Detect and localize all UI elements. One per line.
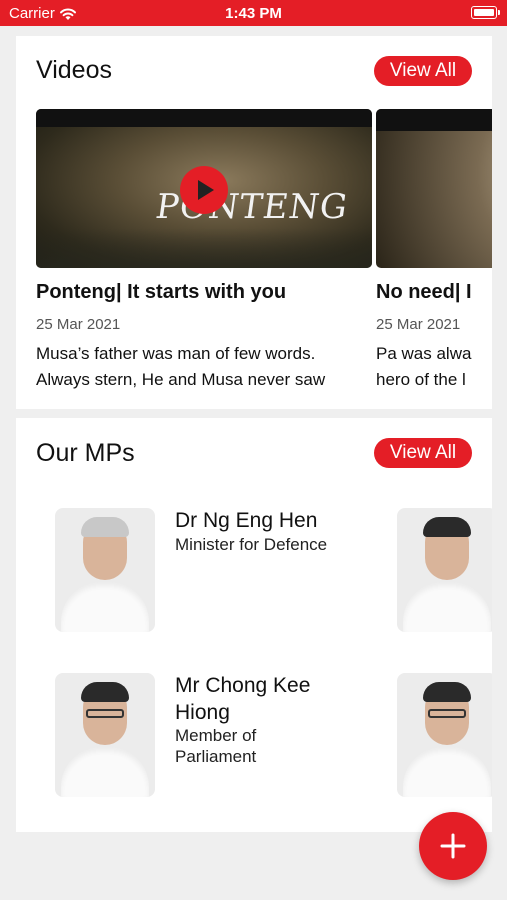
video-card[interactable]: PONTENG Ponteng| It starts with you 25 M…	[36, 109, 372, 393]
mp-photo[interactable]	[397, 508, 492, 632]
mp-photo[interactable]	[397, 673, 492, 797]
mp-photo[interactable]	[55, 673, 155, 797]
video-thumbnail[interactable]	[376, 109, 492, 268]
mp-name[interactable]: Mr Chong Kee Hiong	[175, 672, 325, 726]
video-date: 25 Mar 2021	[376, 316, 461, 333]
mps-section: Our MPs View All Dr Ng Eng Hen Minister …	[16, 418, 492, 832]
video-date: 25 Mar 2021	[36, 316, 121, 333]
mps-view-all-button[interactable]: View All	[374, 438, 472, 468]
videos-section: Videos View All PONTENG Ponteng| It star…	[16, 36, 492, 409]
video-card[interactable]: No need| I 25 Mar 2021 Pa was alwa hero …	[376, 109, 492, 393]
mp-photo[interactable]	[55, 508, 155, 632]
status-bar: Carrier 1:43 PM	[0, 0, 507, 26]
video-title[interactable]: No need| I	[376, 281, 492, 304]
video-description: Pa was alwa hero of the l	[376, 344, 472, 389]
mp-name[interactable]: Dr Ng Eng Hen	[175, 507, 345, 534]
video-thumbnail[interactable]: PONTENG	[36, 109, 372, 268]
video-description: Musa’s father was man of few words. Alwa…	[36, 344, 326, 389]
status-time: 1:43 PM	[225, 5, 282, 22]
play-icon[interactable]	[180, 166, 228, 214]
plus-icon	[440, 833, 466, 859]
videos-view-all-button[interactable]: View All	[374, 56, 472, 86]
mps-title: Our MPs	[36, 439, 135, 467]
video-title[interactable]: Ponteng| It starts with you	[36, 281, 372, 304]
add-button[interactable]	[419, 812, 487, 880]
mp-role: Member of Parliament	[175, 726, 257, 766]
videos-title: Videos	[36, 56, 112, 84]
mp-role: Minister for Defence	[175, 535, 328, 554]
battery-icon	[471, 6, 500, 19]
